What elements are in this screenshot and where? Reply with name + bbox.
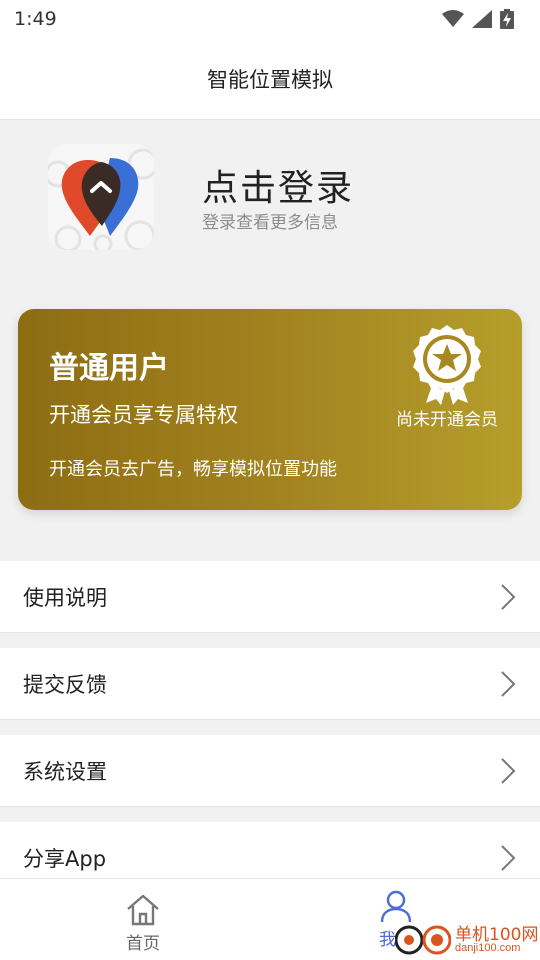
member-slogan: 开通会员享专属特权	[49, 403, 238, 427]
login-title[interactable]: 点击登录	[202, 159, 354, 211]
menu-item-label: 使用说明	[23, 585, 107, 610]
page-title: 智能位置模拟	[207, 67, 333, 92]
login-subtitle: 登录查看更多信息	[202, 213, 338, 233]
watermark: 单机100网 danji100.com	[395, 918, 540, 960]
battery-charging-icon	[500, 9, 514, 29]
wifi-icon	[442, 10, 464, 27]
app-bar: 智能位置模拟	[0, 38, 540, 120]
nav-home-label: 首页	[126, 934, 160, 954]
member-card[interactable]: 普通用户 开通会员享专属特权 开通会员去广告，畅享模拟位置功能 尚未开通会员	[18, 309, 522, 510]
menu-item-label: 提交反馈	[23, 672, 107, 697]
member-benefit: 开通会员去广告，畅享模拟位置功能	[49, 459, 337, 480]
menu-item-label: 分享App	[23, 846, 107, 871]
chevron-right-icon	[501, 757, 516, 784]
home-icon	[127, 894, 159, 926]
watermark-url: danji100.com	[455, 942, 521, 954]
chevron-right-icon	[501, 670, 516, 697]
watermark-logo-icon	[395, 925, 451, 955]
menu-item-label: 系统设置	[23, 759, 107, 784]
member-level: 普通用户	[49, 351, 169, 386]
location-pin-logo-icon[interactable]	[48, 144, 154, 250]
chevron-right-icon	[501, 583, 516, 610]
menu-item-settings[interactable]: 系统设置	[0, 735, 540, 807]
menu-item-feedback[interactable]: 提交反馈	[0, 648, 540, 720]
star-badge-icon	[413, 325, 481, 405]
status-icons	[442, 9, 514, 29]
signal-icon	[472, 10, 492, 28]
membership-status: 尚未开通会员	[396, 410, 498, 430]
status-time: 1:49	[14, 8, 57, 30]
status-bar: 1:49	[0, 0, 540, 38]
nav-item-home[interactable]: 首页	[73, 879, 213, 960]
profile-section[interactable]: 点击登录 登录查看更多信息	[0, 121, 540, 281]
menu-item-instructions[interactable]: 使用说明	[0, 561, 540, 633]
chevron-right-icon	[501, 844, 516, 871]
